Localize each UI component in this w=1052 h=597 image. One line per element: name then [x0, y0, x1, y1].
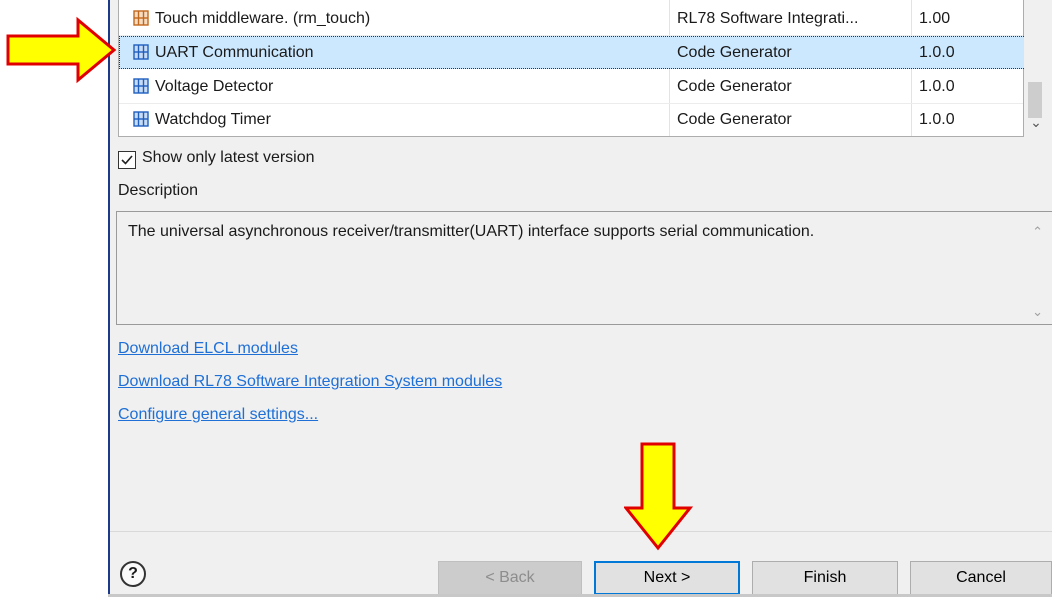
next-button[interactable]: Next >: [594, 561, 740, 595]
add-component-dialog: Touch middleware. (rm_touch) RL78 Softwa…: [108, 0, 1052, 597]
module-version: 1.0.0: [919, 44, 955, 61]
chevron-down-icon[interactable]: ⌄: [1026, 110, 1046, 134]
cancel-button[interactable]: Cancel: [910, 561, 1052, 595]
module-type: RL78 Software Integrati...: [677, 10, 859, 27]
divider: [110, 531, 1052, 532]
module-version: 1.00: [919, 10, 951, 27]
description-label: Description: [118, 182, 199, 199]
module-type: Code Generator: [677, 44, 792, 61]
back-button[interactable]: < Back: [438, 561, 582, 595]
download-rl78-link[interactable]: Download RL78 Software Integration Syste…: [118, 373, 502, 391]
description-text: The universal asynchronous receiver/tran…: [128, 223, 815, 240]
module-type: Code Generator: [677, 111, 792, 128]
module-version: 1.0.0: [919, 78, 955, 95]
description-box: The universal asynchronous receiver/tran…: [116, 211, 1052, 325]
modules-table: Touch middleware. (rm_touch) RL78 Softwa…: [118, 0, 1034, 137]
help-button[interactable]: ?: [120, 561, 146, 587]
module-name: UART Communication: [155, 44, 314, 61]
configure-settings-link[interactable]: Configure general settings...: [118, 406, 318, 424]
middleware-module-icon: [133, 10, 149, 26]
code-generator-module-icon: [133, 111, 149, 127]
checkmark-icon: [121, 155, 133, 165]
download-elcl-link[interactable]: Download ELCL modules: [118, 340, 298, 358]
annotation-arrow-right-icon: [6, 16, 117, 84]
table-row[interactable]: Touch middleware. (rm_touch) RL78 Softwa…: [119, 2, 1034, 35]
module-name: Voltage Detector: [155, 78, 274, 95]
module-name: Watchdog Timer: [155, 111, 271, 128]
code-generator-module-icon: [133, 44, 149, 60]
annotation-arrow-down-icon: [624, 442, 694, 551]
table-row[interactable]: Voltage Detector Code Generator 1.0.0: [119, 70, 1034, 103]
module-type: Code Generator: [677, 78, 792, 95]
show-latest-label: Show only latest version: [142, 149, 315, 166]
chevron-down-icon[interactable]: ⌄: [1032, 304, 1043, 320]
code-generator-module-icon: [133, 78, 149, 94]
table-row-selected[interactable]: UART Communication Code Generator 1.0.0: [119, 36, 1034, 69]
show-latest-checkbox[interactable]: [118, 151, 136, 169]
finish-button[interactable]: Finish: [752, 561, 898, 595]
chevron-up-icon[interactable]: ⌃: [1032, 224, 1043, 240]
module-version: 1.0.0: [919, 111, 955, 128]
table-row[interactable]: Watchdog Timer Code Generator 1.0.0: [119, 103, 1034, 136]
module-name: Touch middleware. (rm_touch): [155, 10, 371, 27]
